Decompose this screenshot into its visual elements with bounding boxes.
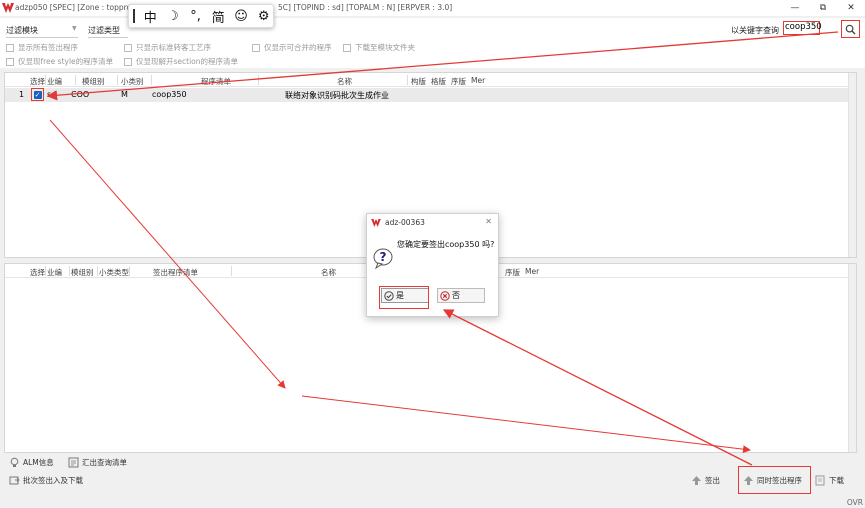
search-input[interactable]: coop350 [783,21,822,35]
col-checkout-program[interactable]: 签出程序清单 [153,267,198,278]
export-list-button[interactable]: 汇出查询清单 [68,457,127,468]
col-select[interactable]: 选择 [30,76,45,87]
col-type[interactable]: 小类别 [121,76,144,87]
window-title: adzp050 [SPEC] [Zone : topprd] [15,3,135,12]
col-grid-ver[interactable]: 格版 [431,76,446,87]
row-index: 1 [19,90,25,99]
bottom-toolbar: ALM信息 汇出查询清单 批次签出入及下载 签出 同时签出程序 下载 OVR [0,455,865,508]
ime-emoji-icon[interactable]: ☺ [232,6,251,26]
ime-toolbar: 中 ☽ °, 简 ☺ ⚙ [128,4,274,28]
ime-punctuation-icon[interactable]: °, [186,6,205,26]
option-standard-only[interactable]: 只显示标准转客工艺序 [124,42,211,53]
dialog-close-button[interactable]: ✕ [485,217,492,226]
grid-scrollbar[interactable] [848,264,856,452]
batch-icon [9,476,20,485]
options-row-2: 仅显现free style的程序清单 仅显现解开section的程序清单 [0,54,865,68]
col-select[interactable]: 选择 [30,267,45,278]
grid-header: 选择 业编 模组别 小类别 程序清单 名称 构版 格版 序版 Mer [5,73,856,87]
col-mer[interactable]: Mer [471,76,485,85]
checkbox[interactable] [6,57,14,66]
ime-moon-icon[interactable]: ☽ [164,6,183,26]
col-seq-ver[interactable]: 序版 [451,76,466,87]
option-free-style[interactable]: 仅显现free style的程序清单 [6,56,113,67]
search-label: 以关键字查询 [731,26,779,35]
checkbox[interactable] [124,57,132,66]
ime-handle[interactable] [133,9,135,23]
chevron-down-icon[interactable]: ▼ [72,25,77,32]
option-show-all[interactable]: 显示所有签出程序 [6,42,78,53]
row-select-checkbox[interactable]: ✓ [31,88,44,101]
col-biz[interactable]: 业编 [47,267,62,278]
alm-info-button[interactable]: ALM信息 [9,457,54,468]
checkbox[interactable] [343,43,351,52]
option-mergeable-only[interactable]: 仅显示可合并的程序 [252,42,332,53]
ime-simplified-toggle[interactable]: 简 [209,6,228,26]
svg-text:?: ? [380,250,387,264]
question-icon: ? [373,248,393,269]
cell-biz: sd [47,90,57,99]
checkbox[interactable] [252,43,260,52]
col-seq-ver[interactable]: 序版 [505,267,520,278]
checkbox[interactable] [124,43,132,52]
cancel-circle-icon [440,290,450,301]
search-button[interactable] [841,20,860,38]
col-name[interactable]: 名称 [337,76,352,87]
yes-button-highlight [379,286,429,309]
no-button[interactable]: 否 [437,288,485,303]
upload-icon [692,476,701,485]
col-program[interactable]: 程序清单 [201,76,231,87]
search-icon [845,24,856,35]
ime-chinese-toggle[interactable]: 中 [141,6,160,26]
option-section[interactable]: 仅显现解开section的程序清单 [124,56,238,67]
cell-module: COO [71,90,90,99]
col-module[interactable]: 模组别 [82,76,105,87]
close-button[interactable]: ✕ [837,0,865,16]
option-download-folder[interactable]: 下载至模块文件夹 [343,42,415,53]
download-button[interactable]: 下载 [815,475,844,486]
col-module[interactable]: 模组别 [71,267,94,278]
col-name[interactable]: 名称 [321,267,336,278]
col-biz[interactable]: 业编 [47,76,62,87]
app-logo-icon [371,219,381,227]
module-filter[interactable]: 过滤模块 [6,25,38,36]
maximize-button[interactable]: ⧉ [809,0,837,16]
grid-scrollbar[interactable] [848,73,856,257]
simultaneous-checkout-highlight [738,466,811,494]
options-row-1: 显示所有签出程序 只显示标准转客工艺序 仅显示可合并的程序 下载至模块文件夹 [0,40,865,54]
lightbulb-icon [10,457,19,467]
dialog-message: 您确定要签出coop350 吗? [397,240,495,249]
minimize-button[interactable]: — [781,0,809,16]
col-build-ver[interactable]: 构版 [411,76,426,87]
table-row[interactable]: 1 ✓ sd COO M coop350 联络对象识别码批次生成作业 [5,88,856,102]
checkbox[interactable] [6,43,14,52]
ovr-indicator: OVR [846,498,863,507]
check-icon: ✓ [33,90,42,99]
batch-checkout-button[interactable]: 批次签出入及下载 [9,475,83,486]
cell-type: M [121,90,128,99]
col-type[interactable]: 小类类型 [99,267,129,278]
export-icon [68,457,79,468]
download-icon [815,475,825,486]
cell-name: 联络对象识别码批次生成作业 [285,91,389,100]
dialog-title: adz-00363 [385,218,425,227]
app-logo-icon [2,3,14,13]
col-mer[interactable]: Mer [525,267,539,276]
checkout-button[interactable]: 签出 [691,475,720,486]
cell-program: coop350 [152,90,187,99]
window-title-info: 5C] [TOPIND : sd] [TOPALM : N] [ERPVER :… [278,3,453,12]
ime-settings-icon[interactable]: ⚙ [254,6,273,26]
type-filter[interactable]: 过滤类型 [88,25,120,36]
